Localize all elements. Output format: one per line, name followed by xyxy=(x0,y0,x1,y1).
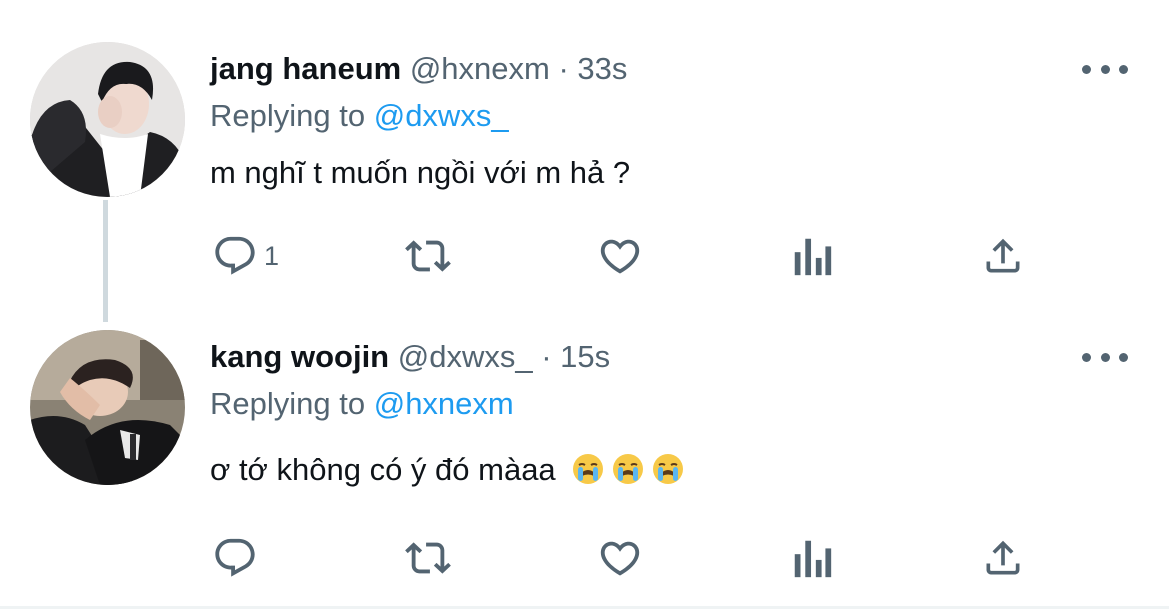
action-bar: 1 xyxy=(0,231,1169,281)
tweet-text: ơ tớ không có ý đó màaa xyxy=(210,452,556,487)
crying-face-emoji xyxy=(573,454,604,484)
display-name[interactable]: kang woojin xyxy=(210,339,389,374)
timestamp[interactable]: 33s xyxy=(577,51,627,86)
reply-button[interactable] xyxy=(212,533,264,583)
retweet-icon xyxy=(405,240,451,272)
reply-count: 1 xyxy=(264,240,280,271)
more-icon[interactable] xyxy=(1082,59,1128,79)
crying-face-emoji xyxy=(613,454,644,484)
avatar[interactable] xyxy=(30,42,185,197)
separator-dot: · xyxy=(541,339,552,374)
avatar[interactable] xyxy=(30,330,185,485)
user-handle[interactable]: @dxwxs_ xyxy=(398,339,533,374)
replying-to: Replying to @dxwxs_ xyxy=(210,98,509,134)
tweet-text-line: ơ tớ không có ý đó màaa xyxy=(210,451,684,489)
analytics-icon xyxy=(794,238,832,276)
analytics-button[interactable] xyxy=(792,231,832,281)
action-bar xyxy=(0,533,1169,583)
retweet-icon xyxy=(405,542,451,574)
user-handle[interactable]: @hxnexm xyxy=(410,51,550,86)
mention-link[interactable]: @hxnexm xyxy=(374,386,514,421)
like-icon xyxy=(600,541,640,576)
tweet-2[interactable]: kang woojin @dxwxs_ · 15s Replying to @h… xyxy=(0,320,1169,606)
display-name[interactable]: jang haneum xyxy=(210,51,401,86)
reply-icon xyxy=(215,538,255,577)
replying-prefix: Replying to xyxy=(210,386,366,421)
replying-prefix: Replying to xyxy=(210,98,366,133)
retweet-button[interactable] xyxy=(402,533,454,583)
tweet-text: m nghĩ t muốn ngồi với m hả ? xyxy=(210,155,631,190)
reply-button[interactable]: 1 xyxy=(212,231,279,281)
separator-dot: · xyxy=(558,51,569,86)
like-button[interactable] xyxy=(596,533,644,583)
timestamp[interactable]: 15s xyxy=(560,339,610,374)
mention-link[interactable]: @dxwxs_ xyxy=(374,98,509,133)
crying-face-emoji xyxy=(653,454,684,484)
replying-to: Replying to @hxnexm xyxy=(210,386,514,422)
analytics-icon xyxy=(794,540,832,578)
like-icon xyxy=(600,239,640,274)
tweet-1[interactable]: jang haneum @hxnexm · 33s Replying to @d… xyxy=(0,0,1169,320)
like-button[interactable] xyxy=(596,231,644,281)
share-button[interactable] xyxy=(981,231,1025,281)
tweet-header: kang woojin @dxwxs_ · 15s xyxy=(210,339,610,375)
retweet-button[interactable] xyxy=(402,231,454,281)
share-button[interactable] xyxy=(981,533,1025,583)
more-icon[interactable] xyxy=(1082,347,1128,367)
share-icon xyxy=(986,238,1020,273)
tweet-header: jang haneum @hxnexm · 33s xyxy=(210,51,627,87)
reply-icon xyxy=(215,236,255,275)
analytics-button[interactable] xyxy=(792,533,832,583)
share-icon xyxy=(986,540,1020,575)
